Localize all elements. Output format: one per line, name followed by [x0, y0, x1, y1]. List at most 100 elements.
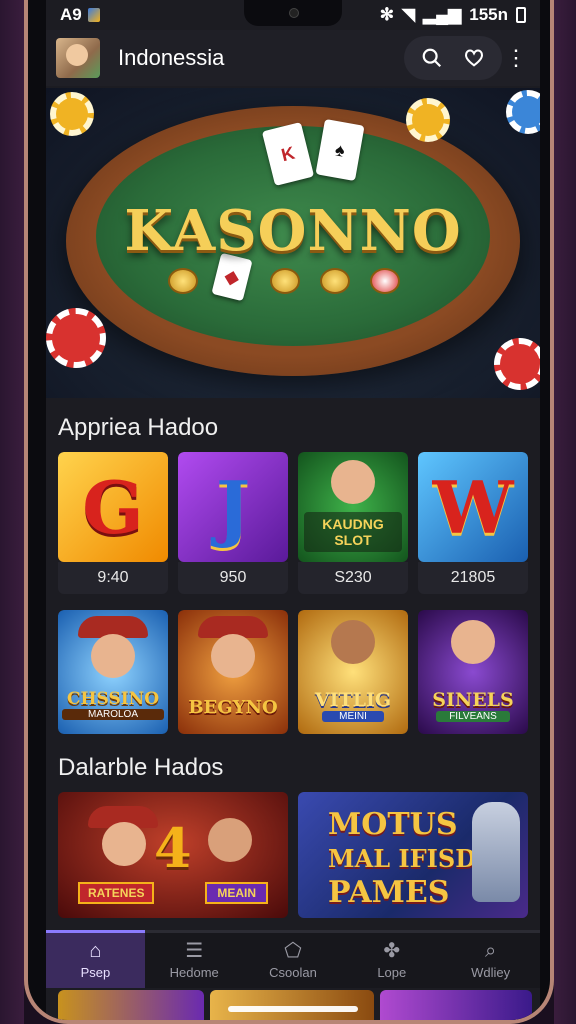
tab-clover[interactable]: ✤ Lope: [342, 933, 441, 988]
chip-icon: [494, 338, 540, 390]
game-title-text: VITLIG: [314, 689, 392, 711]
game-thumbnail: BEGYNO: [178, 610, 288, 734]
feature-headline-line: MAL IFISD: [328, 844, 477, 873]
character-face: [208, 818, 252, 862]
app-notification-icon: [87, 8, 100, 22]
wolf-character: [472, 802, 520, 902]
game-thumbnail: SINELS FILVEANS: [418, 610, 528, 734]
bottom-tab-bar: ⌂ Psep ☰ Hedome ⬠ Csoolan ✤ Lope ⌕ Wdlie…: [46, 930, 540, 988]
chip-icon: [506, 90, 540, 134]
avatar[interactable]: [56, 38, 100, 78]
tab-tag[interactable]: ⬠ Csoolan: [244, 933, 343, 988]
signal-icon: ▂▄▆: [423, 5, 462, 24]
app-bar: Indonessia ⋮: [46, 30, 540, 86]
device-bezel-right: [554, 0, 576, 1024]
next-row-preview: [380, 990, 532, 1020]
app-bar-actions: [404, 36, 502, 80]
game-art-text: VITLIG MEINI: [302, 689, 404, 722]
heart-icon: [465, 49, 483, 67]
game-art-text: SINELS FILVEANS: [422, 689, 524, 722]
game-card[interactable]: SINELS FILVEANS: [418, 610, 528, 734]
character-face: [331, 460, 375, 504]
tab-search[interactable]: ⌕ Wdliey: [441, 933, 540, 988]
coin-icon: [370, 268, 400, 294]
character-face: [451, 620, 495, 664]
section-title: Dalarble Hados: [58, 754, 224, 781]
game-title-text: BEGYNO: [188, 697, 278, 718]
tab-label: Psep: [80, 965, 111, 980]
feature-headline-line: MOTUS: [328, 807, 458, 842]
wifi-icon: ◥: [401, 5, 416, 24]
game-thumbnail: J: [178, 452, 288, 562]
hero-banner[interactable]: K ♠ ◆ KASONNO: [46, 88, 540, 398]
tab-list[interactable]: ☰ Hedome: [145, 933, 244, 988]
bluetooth-icon: ✻: [379, 5, 394, 24]
battery-icon: [516, 7, 526, 23]
phone-frame: A9 ✻ ◥ ▂▄▆ 155n Indonessia ⋮ K ♠ ◆ KASON…: [24, 0, 554, 1024]
search-button[interactable]: [414, 40, 450, 76]
front-camera: [289, 8, 299, 18]
game-card[interactable]: VITLIG MEINI: [298, 610, 408, 734]
feature-headline: MOTUS MAL IFISD PAMES: [328, 808, 476, 910]
status-time: 155n: [469, 5, 508, 24]
tab-label: Csoolan: [269, 965, 317, 980]
feature-banner[interactable]: MOTUS MAL IFISD PAMES: [298, 792, 528, 918]
tag-icon: ⬠: [284, 940, 302, 962]
chip-icon: [46, 308, 106, 368]
game-subtitle-text: MAROLOA: [62, 709, 164, 720]
coin-icon: [168, 268, 198, 294]
tab-label: Lope: [377, 965, 407, 980]
search-icon: [422, 48, 442, 68]
home-icon: ⌂: [89, 940, 102, 962]
game-thumbnail: W: [418, 452, 528, 562]
game-count: 9:40: [58, 562, 168, 594]
status-left-text: A9: [60, 5, 82, 24]
game-card[interactable]: BEGYNO: [178, 610, 288, 734]
feature-headline-line: PAMES: [328, 875, 450, 910]
chip-icon: [406, 98, 450, 142]
game-card[interactable]: J 950: [178, 452, 288, 594]
game-art-letter: J: [215, 464, 251, 550]
coin-icon: [270, 268, 300, 294]
game-art-text: KAUDNG SLOT: [304, 512, 402, 552]
game-title-text: CHSSINO: [66, 689, 160, 709]
tab-home[interactable]: ⌂ Psep: [46, 930, 145, 988]
game-thumbnail: G: [58, 452, 168, 562]
coin-icon: [320, 268, 350, 294]
game-count: 950: [178, 562, 288, 594]
game-thumbnail: VITLIG MEINI: [298, 610, 408, 734]
page-title: Indonessia: [118, 45, 225, 70]
game-art-letter: G: [82, 464, 144, 550]
game-card[interactable]: CHSSINO MAROLOA: [58, 610, 168, 734]
game-card[interactable]: G 9:40: [58, 452, 168, 594]
game-count: 21805: [418, 562, 528, 594]
character-face: [331, 620, 375, 664]
chip-icon: [50, 92, 94, 136]
character-face: [102, 822, 146, 866]
section-title: Appriea Hadoo: [58, 414, 219, 441]
character-face: [211, 634, 255, 678]
search-icon: ⌕: [484, 940, 497, 962]
game-card[interactable]: W 21805: [418, 452, 528, 594]
game-title-text: SINELS: [432, 689, 514, 711]
list-icon: ☰: [185, 940, 204, 962]
hero-title: KASONNO: [124, 198, 462, 264]
feature-badge-right: MEAIN: [205, 882, 268, 904]
game-art-text: CHSSINO MAROLOA: [62, 689, 164, 720]
game-thumbnail: KAUDNG SLOT: [298, 452, 408, 562]
more-menu-button[interactable]: ⋮: [502, 40, 530, 76]
home-indicator[interactable]: [228, 1006, 358, 1012]
screen: A9 ✻ ◥ ▂▄▆ 155n Indonessia ⋮ K ♠ ◆ KASON…: [46, 0, 540, 1020]
tab-label: Wdliey: [471, 965, 511, 980]
game-card[interactable]: KAUDNG SLOT S230: [298, 452, 408, 594]
device-bezel-left: [0, 0, 24, 1024]
character-face: [91, 634, 135, 678]
next-row-preview: [58, 990, 204, 1020]
tab-label: Hedome: [169, 965, 219, 980]
feature-badge-left: RATENES: [78, 882, 155, 904]
feature-banner[interactable]: 4 RATENES MEAIN: [58, 792, 288, 918]
clover-icon: ✤: [383, 940, 401, 962]
game-thumbnail: CHSSINO MAROLOA: [58, 610, 168, 734]
game-subtitle-text: MEINI: [322, 711, 384, 722]
favorite-button[interactable]: [456, 40, 492, 76]
